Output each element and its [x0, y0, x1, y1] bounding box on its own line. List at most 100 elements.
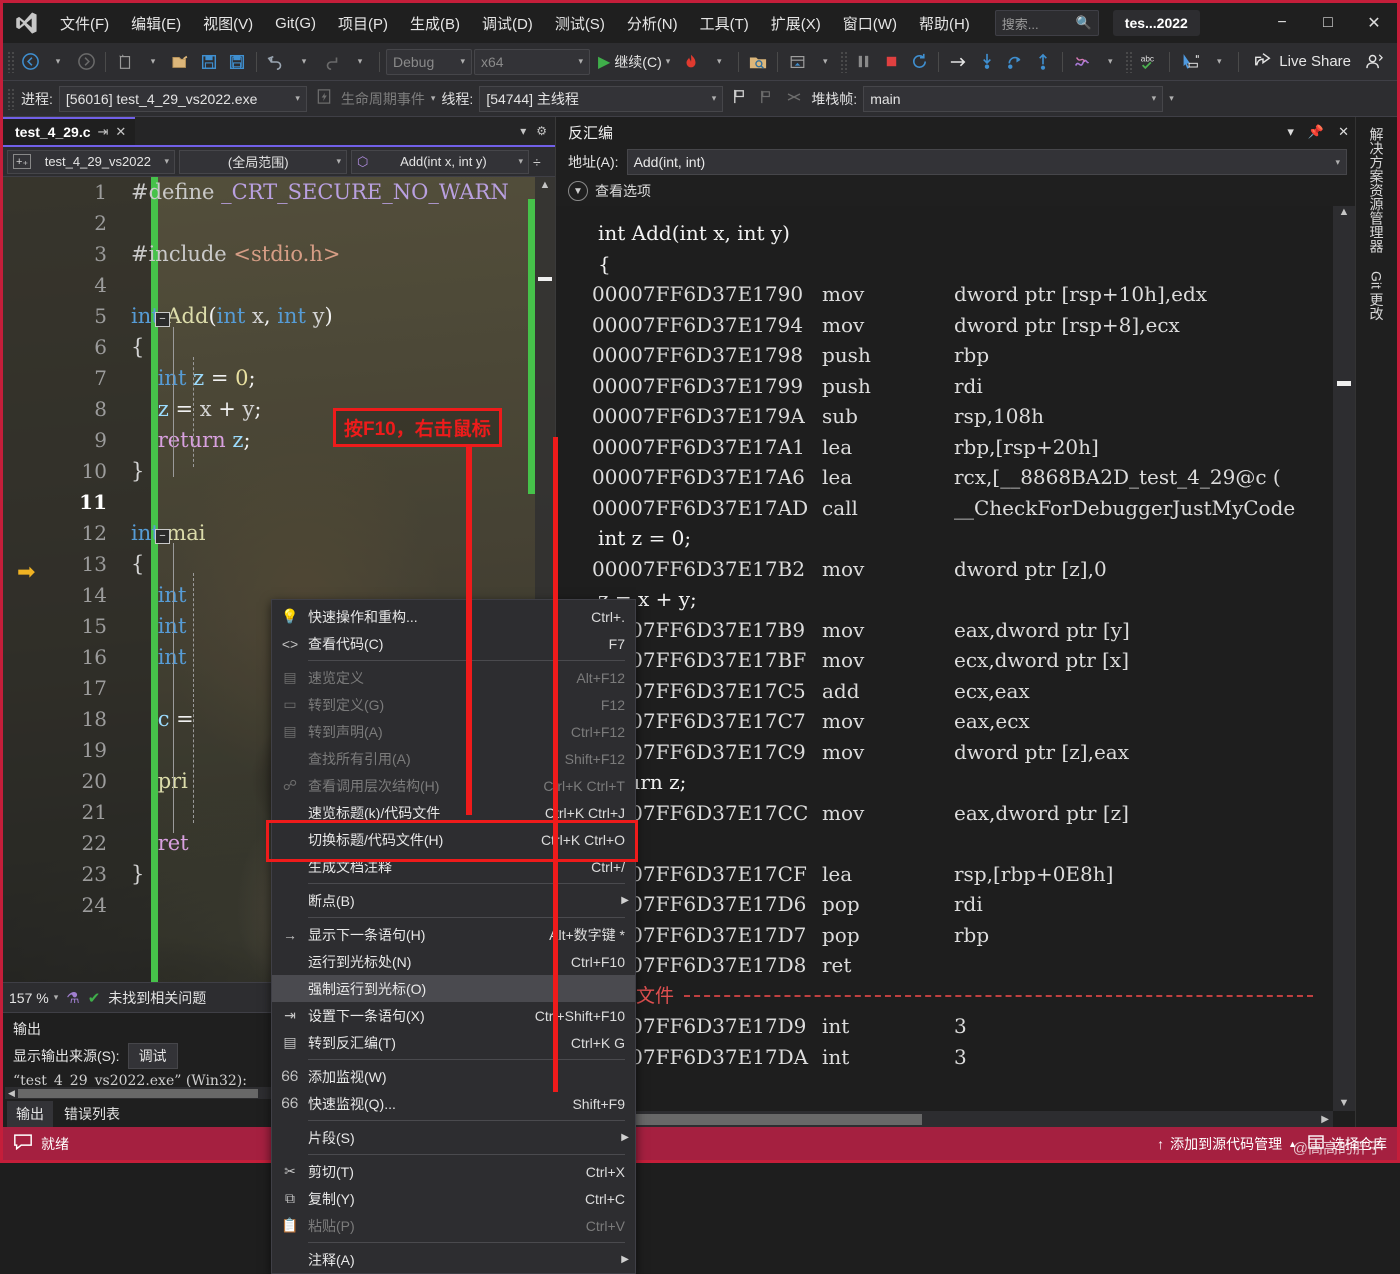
- menu-view[interactable]: 视图(V): [192, 9, 264, 38]
- window-layout-dropdown-icon[interactable]: ▾: [812, 47, 838, 77]
- close-icon[interactable]: ✕: [1338, 124, 1349, 140]
- menu-build[interactable]: 生成(B): [399, 9, 471, 38]
- add-to-source-control-button[interactable]: ↑ 添加到源代码管理 ▲: [1157, 1134, 1297, 1154]
- scroll-up-icon[interactable]: ▲: [1333, 206, 1355, 218]
- pin-icon[interactable]: 📌: [1308, 124, 1324, 140]
- restart-icon[interactable]: [906, 47, 932, 77]
- step-over-icon[interactable]: [1002, 47, 1028, 77]
- thread-combo[interactable]: [54744] 主线程 ▾: [479, 85, 724, 112]
- platform-combo[interactable]: x64 ▾: [474, 48, 590, 75]
- tab-output[interactable]: 输出: [7, 1101, 53, 1127]
- scroll-right-icon[interactable]: ▶: [1317, 1114, 1333, 1125]
- split-view-icon[interactable]: ÷: [533, 154, 541, 170]
- menu-extensions[interactable]: 扩展(X): [760, 9, 832, 38]
- context-menu-item[interactable]: 💡 快速操作和重构... Ctrl+.: [272, 603, 635, 630]
- live-share-button[interactable]: Live Share: [1245, 51, 1359, 73]
- toolbar-grip[interactable]: [7, 50, 15, 73]
- context-menu-item[interactable]: ▤ 转到反汇编(T) Ctrl+K G: [272, 1029, 635, 1056]
- toolbar-grip[interactable]: [840, 50, 849, 73]
- context-menu-item[interactable]: 片段(S) ▶: [272, 1124, 635, 1151]
- stop-debugging-icon[interactable]: [878, 47, 904, 77]
- save-icon[interactable]: [196, 47, 222, 77]
- lifecycle-dropdown-icon[interactable]: ▾: [431, 93, 436, 104]
- menu-help[interactable]: 帮助(H): [908, 9, 981, 38]
- scroll-left-icon[interactable]: ◀: [5, 1088, 18, 1099]
- menu-window[interactable]: 窗口(W): [832, 9, 908, 38]
- menu-git[interactable]: Git(G): [264, 11, 327, 36]
- toolbar-grip[interactable]: [1125, 50, 1134, 73]
- tab-test-4-29-c[interactable]: test_4_29.c ⇥ ✕: [3, 117, 136, 145]
- spell-check-icon[interactable]: abc: [1135, 47, 1163, 77]
- show-next-statement-icon[interactable]: [945, 47, 972, 77]
- scrollbar-thumb[interactable]: [538, 277, 552, 281]
- close-button[interactable]: ✕: [1351, 3, 1397, 43]
- context-menu-item[interactable]: 强制运行到光标(O): [272, 975, 635, 1002]
- disassembly-body[interactable]: int Add(int x, int y) {00007FF6D37E1790 mo…: [556, 206, 1355, 1127]
- view-options-toggle[interactable]: ▼ 查看选项: [556, 179, 1355, 206]
- project-scope-combo[interactable]: +₊ test_4_29_vs2022 ▾: [7, 149, 175, 174]
- account-icon[interactable]: [1361, 47, 1388, 77]
- context-menu-item[interactable]: 运行到光标处(N) Ctrl+F10: [272, 948, 635, 975]
- context-menu-item[interactable]: 断点(B) ▶: [272, 887, 635, 914]
- hot-reload-dropdown-icon[interactable]: ▾: [706, 47, 732, 77]
- menu-edit[interactable]: 编辑(E): [120, 9, 192, 38]
- debug-toolbar-overflow-icon[interactable]: ▾: [1169, 93, 1174, 104]
- save-all-icon[interactable]: [224, 47, 250, 77]
- gear-icon[interactable]: ⚙: [536, 124, 547, 138]
- maximize-button[interactable]: □: [1305, 3, 1351, 43]
- context-menu-item[interactable]: → 显示下一条语句(H) Alt+数字键 *: [272, 921, 635, 948]
- namespace-scope-combo[interactable]: (全局范围) ▾: [179, 149, 347, 174]
- continue-button[interactable]: ▶ 继续(C) ▾: [592, 47, 676, 77]
- diagnostic-tools-icon[interactable]: [1069, 47, 1095, 77]
- menu-file[interactable]: 文件(F): [49, 9, 120, 38]
- member-scope-combo[interactable]: ⬡ Add(int x, int y) ▾: [351, 149, 529, 174]
- attach-to-process-icon[interactable]: [745, 47, 771, 77]
- editor-context-menu[interactable]: 💡 快速操作和重构... Ctrl+. <> 查看代码(C) F7 ▤ 速览定义 Alt+F12…: [271, 599, 636, 1274]
- process-combo[interactable]: [56016] test_4_29_vs2022.exe ▾: [58, 85, 307, 112]
- select-element-dropdown-icon[interactable]: ▾: [1206, 47, 1232, 77]
- navigate-forward-icon[interactable]: [73, 47, 99, 77]
- undo-icon[interactable]: [263, 47, 289, 77]
- navigate-backward-dropdown-icon[interactable]: ▾: [45, 47, 71, 77]
- window-layout-icon[interactable]: [784, 47, 810, 77]
- tab-error-list[interactable]: 错误列表: [55, 1101, 129, 1127]
- scrollbar-thumb[interactable]: [17, 1088, 258, 1098]
- context-menu-item[interactable]: ᏮᏮ 快速监视(Q)... Shift+F9: [272, 1090, 635, 1117]
- disassembly-vertical-scrollbar[interactable]: ▲ ▼: [1333, 206, 1355, 1111]
- configuration-combo[interactable]: Debug ▾: [386, 48, 472, 75]
- step-out-icon[interactable]: [1030, 47, 1056, 77]
- menu-debug[interactable]: 调试(D): [471, 9, 544, 38]
- close-icon[interactable]: ✕: [115, 124, 126, 140]
- chevron-down-icon[interactable]: ▾: [1287, 124, 1294, 140]
- menu-analyze[interactable]: 分析(N): [616, 9, 689, 38]
- minimize-button[interactable]: −: [1259, 3, 1305, 43]
- open-file-icon[interactable]: [168, 47, 194, 77]
- stackframe-combo[interactable]: main ▾: [863, 85, 1164, 112]
- zoom-control[interactable]: 157 % ▾: [9, 990, 58, 1006]
- context-menu-item[interactable]: <> 查看代码(C) F7: [272, 630, 635, 657]
- scrollbar-thumb[interactable]: [1337, 381, 1351, 386]
- context-menu-item[interactable]: 注释(A) ▶: [272, 1246, 635, 1273]
- threads-filter-icon[interactable]: [783, 89, 805, 109]
- context-menu-item[interactable]: ⧉ 复制(Y) Ctrl+C: [272, 1185, 635, 1212]
- redo-icon[interactable]: [319, 47, 345, 77]
- vtab-git-changes[interactable]: Git 更改: [1367, 271, 1387, 321]
- search-input[interactable]: 搜索... 🔍: [994, 10, 1099, 36]
- toolbar-grip[interactable]: [7, 87, 15, 110]
- scroll-down-icon[interactable]: ▼: [1333, 1097, 1355, 1109]
- scroll-up-icon[interactable]: ▲: [535, 177, 555, 191]
- disassembly-horizontal-scrollbar[interactable]: ◀ ▶: [556, 1111, 1333, 1127]
- fold-marker-main[interactable]: −: [155, 529, 170, 544]
- menu-test[interactable]: 测试(S): [544, 9, 616, 38]
- step-into-icon[interactable]: [974, 47, 1000, 77]
- flag-group-icon[interactable]: [756, 88, 777, 109]
- new-item-dropdown-icon[interactable]: ▾: [140, 47, 166, 77]
- break-all-icon[interactable]: [850, 47, 876, 77]
- fold-marker-add[interactable]: −: [155, 312, 170, 327]
- redo-dropdown-icon[interactable]: ▾: [347, 47, 373, 77]
- intellicode-icon[interactable]: ⚗: [66, 989, 79, 1007]
- chevron-down-icon[interactable]: ▾: [520, 124, 526, 138]
- flag-icon[interactable]: [729, 88, 750, 109]
- output-source-combo[interactable]: 调试: [127, 1043, 178, 1069]
- pin-icon[interactable]: ⇥: [98, 124, 109, 140]
